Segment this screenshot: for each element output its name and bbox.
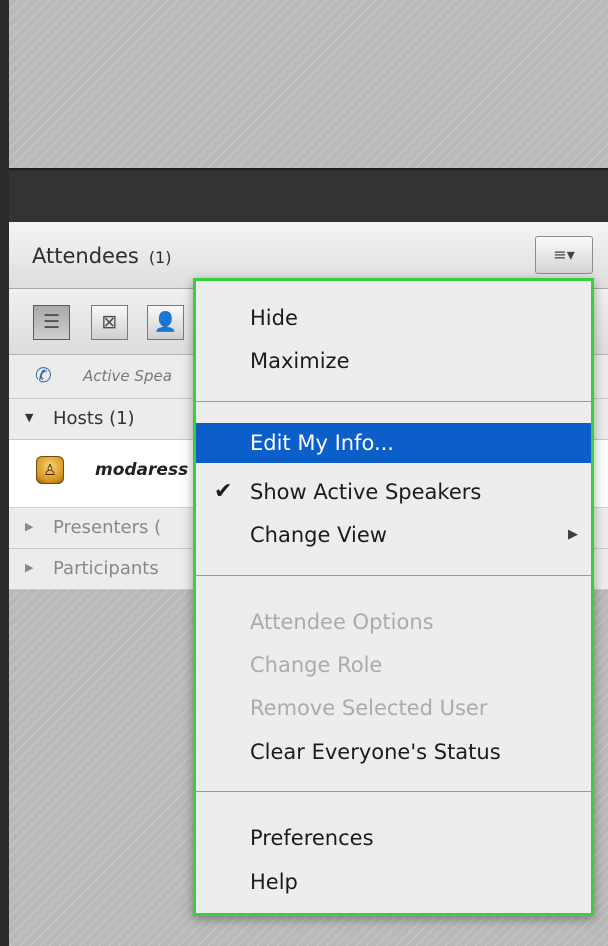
group-participants-label: Participants [53,558,159,579]
pod-menu-button[interactable]: ≡▾ [535,236,593,274]
attendees-count: (1) [148,248,172,267]
pod-menu-icon: ≡▾ [553,245,575,264]
menu-item-edit-my-info-label: Edit My Info... [250,431,394,455]
menu-item-remove-selected-user-label: Remove Selected User [250,696,488,720]
menu-item-show-active-speakers-label: Show Active Speakers [250,480,482,504]
menu-item-attendee-options: Attendee Options [196,602,591,642]
group-hosts-label: Hosts (1) [53,408,135,429]
status-view-icon: 👤 [153,311,178,333]
menu-item-maximize-label: Maximize [250,349,350,373]
status-view-button[interactable]: 👤 [147,305,184,340]
list-view-icon: ☰ [42,311,61,333]
menu-separator [196,401,591,402]
attendees-pod-title: Attendees (1) [32,244,171,268]
submenu-arrow-icon: ▶ [568,527,578,542]
menu-item-attendee-options-label: Attendee Options [250,610,434,634]
checkmark-icon: ✔ [214,479,233,504]
menu-item-preferences-label: Preferences [250,826,374,850]
menu-item-remove-selected-user: Remove Selected User [196,688,591,728]
group-presenters-label: Presenters ( [53,517,162,538]
video-pod-area [9,0,608,170]
menu-item-change-role-label: Change Role [250,653,383,677]
menu-item-help-label: Help [250,870,298,894]
menu-item-help[interactable]: Help [196,862,591,902]
attendees-title-label: Attendees [32,244,139,268]
menu-item-change-role: Change Role [196,645,591,685]
menu-item-clear-everyones-status[interactable]: Clear Everyone's Status [196,732,591,772]
attendee-name: modaress [95,460,189,480]
menu-separator [196,575,591,576]
menu-item-hide-label: Hide [250,306,298,330]
window-left-edge [0,0,9,946]
collapse-triangle-icon: ▶ [25,561,34,574]
menu-item-maximize[interactable]: Maximize [196,341,591,381]
menu-item-change-view[interactable]: Change View ▶ [196,515,591,555]
pod-divider-band [9,170,608,222]
expand-triangle-icon: ▼ [25,411,34,424]
phone-speaker-icon: ✆ [35,363,52,387]
menu-item-show-active-speakers[interactable]: ✔ Show Active Speakers [196,472,591,512]
grid-view-icon: ⊠ [101,311,118,333]
menu-item-hide[interactable]: Hide [196,298,591,338]
host-avatar-icon: ♙ [36,456,64,484]
menu-separator [196,791,591,792]
list-view-button[interactable]: ☰ [33,305,70,340]
menu-item-change-view-label: Change View [250,523,387,547]
active-speakers-label: Active Spea [83,367,172,385]
pod-options-menu: Hide Maximize Edit My Info... ✔ Show Act… [193,278,594,916]
collapse-triangle-icon: ▶ [25,520,34,533]
menu-item-preferences[interactable]: Preferences [196,818,591,858]
menu-item-edit-my-info[interactable]: Edit My Info... [196,423,591,463]
menu-item-clear-status-label: Clear Everyone's Status [250,740,501,764]
grid-view-button[interactable]: ⊠ [91,305,128,340]
